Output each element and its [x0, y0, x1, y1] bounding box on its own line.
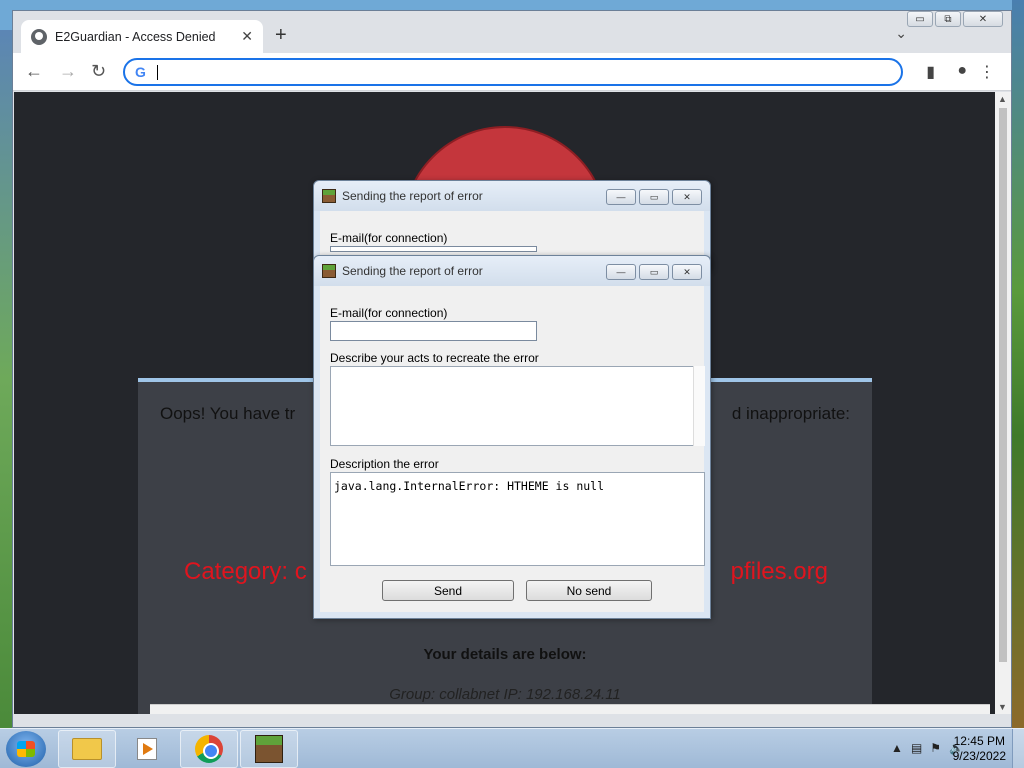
dialog-controls: — ▭ ✕ [606, 189, 702, 205]
no-send-button[interactable]: No send [526, 580, 652, 601]
minecraft-grass-icon [322, 189, 336, 203]
tab-search-chevron-icon[interactable]: ⌄ [895, 25, 907, 42]
scroll-down-icon[interactable]: ▼ [998, 702, 1007, 712]
taskbar-explorer[interactable] [58, 730, 116, 768]
vertical-scrollbar[interactable]: ▲ ▼ [995, 92, 1011, 714]
window-controls: ▭ ⧉ ✕ [907, 11, 1003, 27]
taskbar-media-player[interactable] [118, 730, 176, 768]
globe-icon [31, 28, 47, 45]
clock-date: 9/23/2022 [952, 749, 1006, 763]
desktop-background-right [1012, 0, 1024, 728]
minimize-button[interactable]: ▭ [907, 11, 933, 27]
oops-message-right: d inappropriate: [731, 404, 850, 423]
category-text-left: Category: c [184, 558, 307, 585]
tray-expand-icon[interactable]: ▲ [891, 741, 903, 755]
oops-message-left: Oops! You have tr [160, 404, 296, 423]
minecraft-icon [255, 735, 283, 763]
acts-scrollbar[interactable] [693, 366, 705, 446]
windows-logo-icon [17, 741, 35, 757]
maximize-button[interactable]: ▭ [639, 264, 669, 280]
email-field[interactable] [330, 246, 537, 252]
horizontal-scrollbar[interactable] [150, 704, 990, 714]
maximize-button[interactable]: ▭ [639, 189, 669, 205]
minimize-button[interactable]: — [606, 264, 636, 280]
dialog-body: E-mail(for connection) Describe your act… [320, 286, 705, 612]
taskbar-chrome[interactable] [180, 730, 238, 768]
tab-e2guardian[interactable]: E2Guardian - Access Denied ✕ [21, 20, 263, 53]
folder-icon [72, 738, 102, 760]
taskbar-minecraft[interactable] [240, 730, 298, 768]
tab-title: E2Guardian - Access Denied [55, 29, 216, 44]
side-panel-icon[interactable]: ▮ [926, 62, 935, 82]
email-field[interactable] [330, 321, 537, 341]
acts-textarea[interactable] [330, 366, 705, 446]
dialog-controls: — ▭ ✕ [606, 264, 702, 280]
text-caret [157, 65, 158, 80]
clock-time: 12:45 PM [953, 734, 1005, 748]
group-ip-line: Group: collabnet IP: 192.168.24.11 [389, 686, 621, 703]
error-label: Description the error [330, 457, 439, 471]
dialog-title: Sending the report of error [342, 264, 483, 278]
scroll-up-icon[interactable]: ▲ [998, 94, 1007, 104]
google-icon: G [135, 64, 146, 80]
error-report-dialog: Sending the report of error — ▭ ✕ E-mail… [313, 255, 711, 619]
error-description-textarea[interactable]: java.lang.InternalError: HTHEME is null [330, 472, 705, 566]
details-heading: Your details are below: [423, 646, 587, 663]
close-button[interactable]: ✕ [672, 189, 702, 205]
desktop-background-left [0, 30, 12, 728]
browser-toolbar: ← → ↻ G ▮ ● ⋮ [13, 53, 1011, 91]
close-button[interactable]: ✕ [672, 264, 702, 280]
back-arrow-icon[interactable]: ← [25, 61, 43, 82]
send-button[interactable]: Send [382, 580, 514, 601]
chrome-icon [195, 735, 223, 763]
maximize-button[interactable]: ⧉ [935, 11, 961, 27]
network-icon[interactable]: ▤ [911, 741, 922, 755]
media-player-icon [137, 738, 157, 760]
tab-close-icon[interactable]: ✕ [241, 28, 253, 45]
menu-kebab-icon[interactable]: ⋮ [979, 62, 995, 82]
category-text-right: pfiles.org [730, 558, 828, 585]
email-label: E-mail(for connection) [330, 231, 448, 245]
email-label: E-mail(for connection) [330, 306, 448, 320]
clock[interactable]: 12:45 PM 9/23/2022 [953, 734, 1006, 764]
minimize-button[interactable]: — [606, 189, 636, 205]
action-center-icon[interactable]: ⚑ [930, 741, 941, 755]
scrollbar-thumb[interactable] [999, 108, 1007, 662]
acts-label: Describe your acts to recreate the error [330, 351, 539, 365]
tab-strip: E2Guardian - Access Denied ✕ + ⌄ ▭ ⧉ ✕ [13, 11, 1011, 55]
taskbar: ▲ ▤ ⚑ 🔈 12:45 PM 9/23/2022 [0, 728, 1024, 768]
forward-arrow-icon[interactable]: → [59, 61, 77, 82]
show-desktop-button[interactable] [1012, 729, 1024, 768]
start-button[interactable] [6, 731, 46, 767]
minecraft-grass-icon [322, 264, 336, 278]
profile-icon[interactable]: ● [957, 62, 967, 80]
new-tab-button[interactable]: + [275, 24, 287, 47]
close-button[interactable]: ✕ [963, 11, 1003, 27]
address-bar[interactable]: G [123, 58, 903, 86]
reload-icon[interactable]: ↻ [91, 61, 106, 82]
dialog-title: Sending the report of error [342, 189, 483, 203]
